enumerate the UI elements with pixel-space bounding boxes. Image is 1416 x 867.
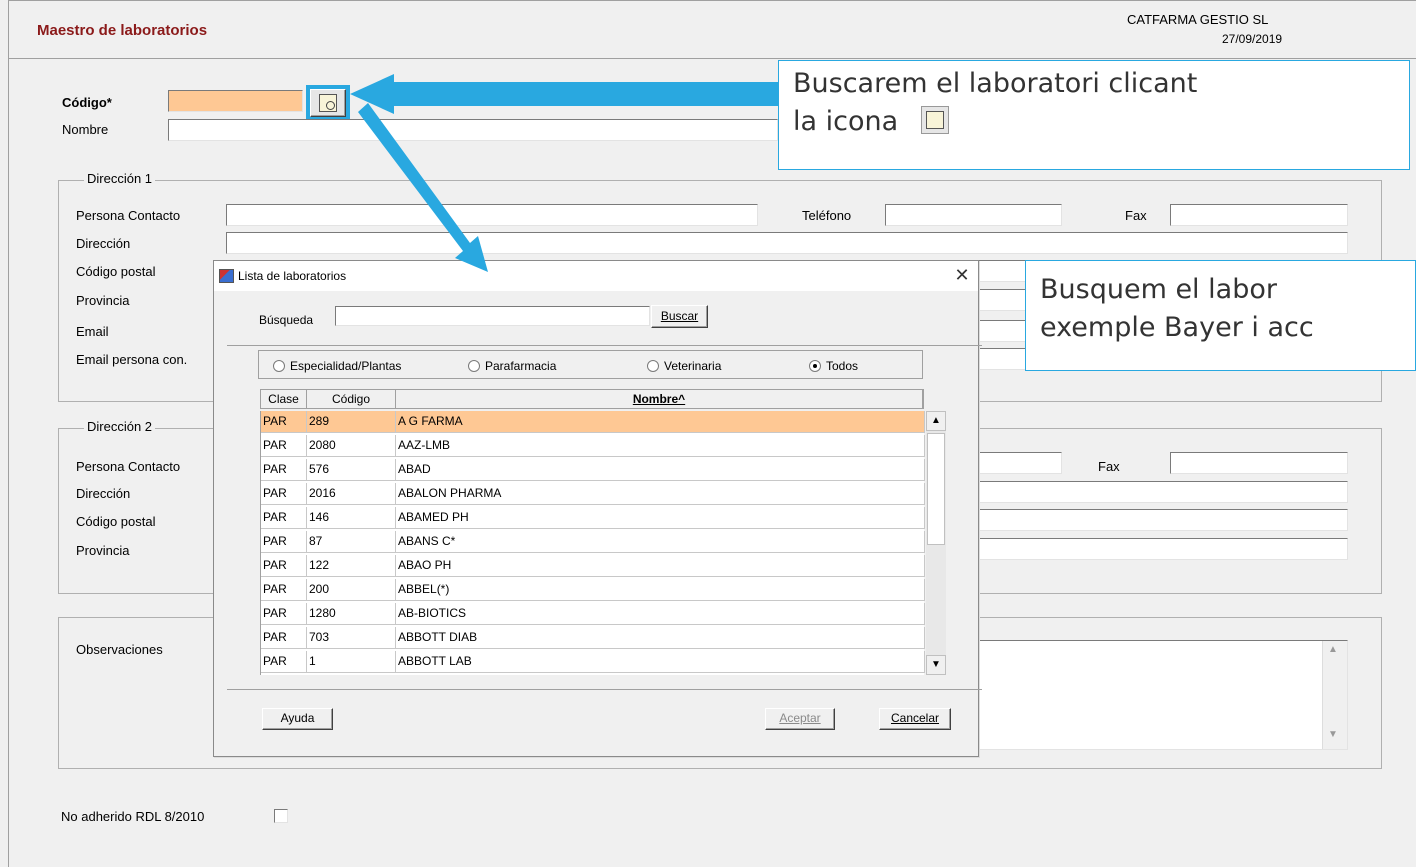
arrows-overlay bbox=[350, 74, 778, 272]
arrow-down-icon bbox=[358, 103, 488, 272]
arrow-left-icon bbox=[350, 74, 778, 114]
